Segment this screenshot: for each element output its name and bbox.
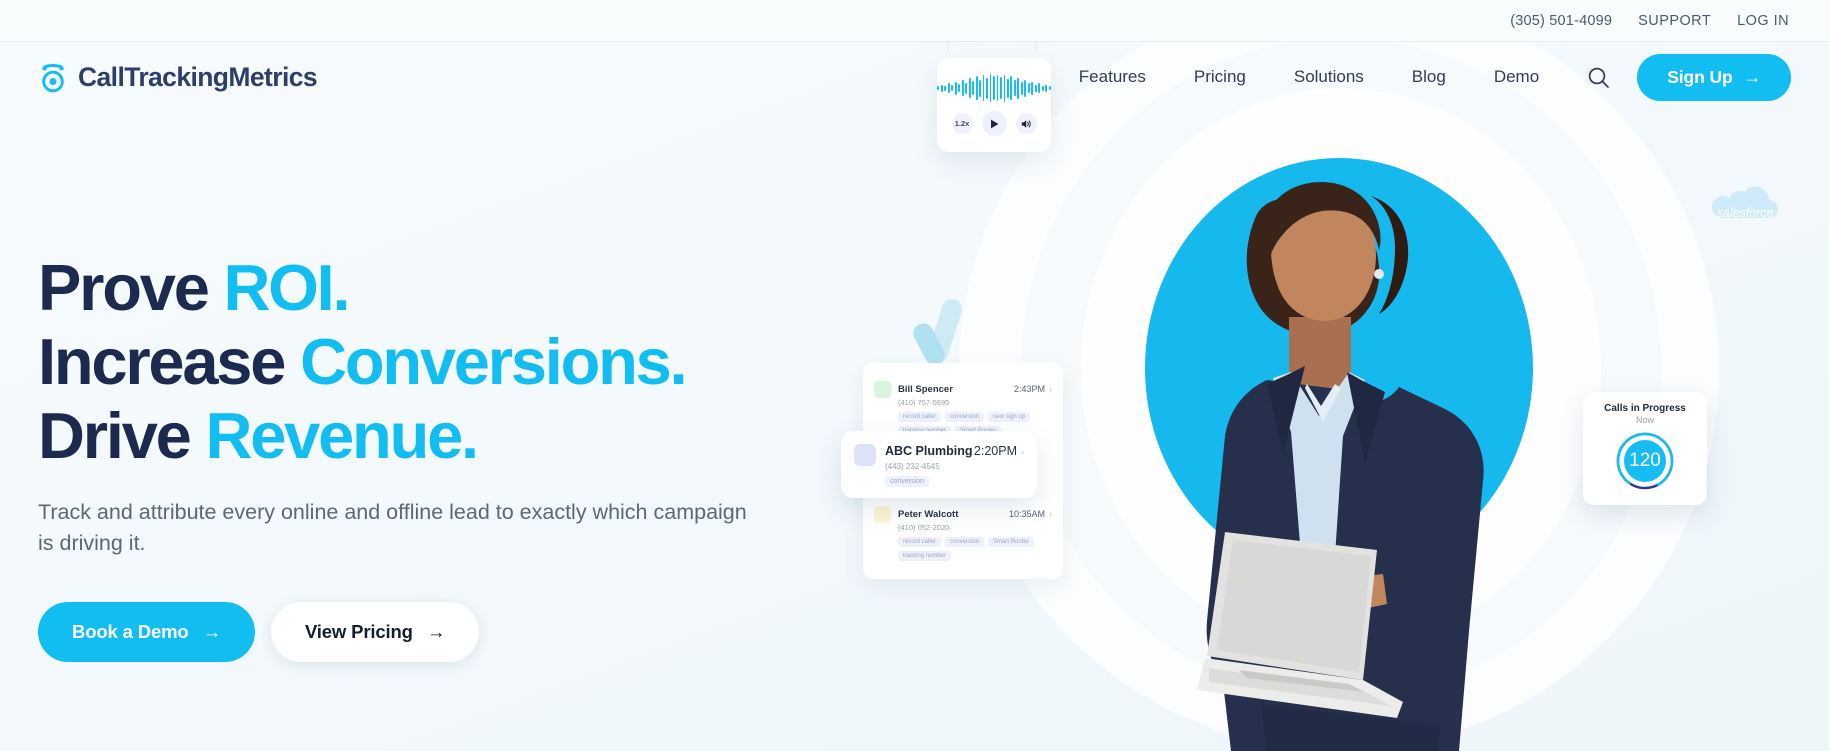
calls-in-progress-widget: Calls in Progress Now 120 (1583, 392, 1707, 505)
nav-item-features[interactable]: Features (1079, 67, 1146, 87)
brand-name: CallTrackingMetrics (78, 61, 318, 92)
nav-item-pricing[interactable]: Pricing (1194, 67, 1246, 87)
call-source-icon (874, 381, 891, 398)
book-a-demo-button[interactable]: Book a Demo → (38, 602, 255, 663)
caller-phone: (443) 232-4545 (885, 462, 940, 471)
utility-bar: (305) 501-4099 SUPPORT LOG IN (0, 0, 1829, 42)
salesforce-logo: salesforce (1699, 182, 1791, 242)
headline-accent-3: Revenue. (205, 399, 479, 472)
call-tag: conversion (945, 412, 985, 422)
call-tag: conversion (945, 537, 985, 547)
login-link[interactable]: LOG IN (1737, 13, 1789, 29)
hero-copy: Prove ROI. Increase Conversions. Drive R… (38, 255, 828, 663)
call-source-icon (874, 506, 891, 523)
call-tag: conversion (885, 476, 929, 487)
support-link[interactable]: SUPPORT (1638, 13, 1711, 29)
nav-item-demo[interactable]: Demo (1494, 67, 1539, 87)
arrow-right-icon: → (202, 621, 222, 643)
call-time: 2:20PM (973, 444, 1017, 458)
call-time: 2:43PM (1013, 384, 1045, 394)
headline-line-1: Prove ROI. (38, 255, 828, 320)
table-row[interactable]: Peter Walcott 10:35AM › (410) 052-2020 re… (874, 498, 1052, 567)
calls-in-progress-title: Calls in Progress (1604, 403, 1686, 414)
chevron-right-icon: › (1021, 447, 1024, 457)
nav-actions: Sign Up → (1585, 53, 1791, 101)
headline-accent-1: ROI. (223, 251, 351, 324)
headline-plain-1: Prove (38, 251, 224, 324)
headline-plain-3: Drive (38, 399, 206, 472)
calls-in-progress-gauge: 120 (1616, 432, 1674, 490)
sign-up-label: Sign Up (1667, 66, 1733, 87)
google-ads-icon (907, 292, 981, 370)
call-tag: tracking number (898, 551, 952, 561)
main-navigation: CallTrackingMetrics Features Pricing Sol… (0, 42, 1829, 112)
hero-page: (305) 501-4099 SUPPORT LOG IN CallTracki… (0, 0, 1829, 751)
play-icon[interactable] (981, 111, 1007, 136)
sign-up-button[interactable]: Sign Up → (1637, 53, 1791, 101)
call-tags: conversion (885, 476, 1024, 487)
view-pricing-button[interactable]: View Pricing → (270, 602, 480, 663)
call-time: 10:35AM (1008, 509, 1045, 519)
call-tag: record caller (898, 537, 942, 547)
salesforce-label: salesforce (1716, 204, 1774, 220)
calls-in-progress-value: 120 (1629, 450, 1661, 471)
playback-speed-button[interactable]: 1.2x (951, 113, 973, 134)
search-icon[interactable] (1585, 64, 1611, 90)
book-a-demo-label: Book a Demo (72, 621, 189, 643)
nav-links: Features Pricing Solutions Blog Demo (1079, 67, 1539, 87)
playback-speed-label: 1.2x (954, 119, 970, 128)
call-tag: new sign up (988, 412, 1031, 422)
call-source-icon (854, 444, 876, 466)
highlighted-call-card[interactable]: ABC Plumbing 2:20PM › (443) 232-4545 conv… (841, 431, 1037, 498)
caller-name: Peter Walcott (898, 509, 959, 520)
chevron-right-icon: › (1049, 384, 1052, 394)
nav-item-solutions[interactable]: Solutions (1294, 67, 1364, 87)
call-tags: record caller conversion Smart Router tr… (898, 537, 1052, 561)
caller-phone: (410) 052-2020 (898, 523, 950, 532)
volume-icon[interactable] (1015, 113, 1037, 134)
headline-accent-2: Conversions. (300, 325, 688, 398)
call-tag: record caller (898, 412, 942, 422)
view-pricing-label: View Pricing (304, 621, 413, 643)
hero-subtitle: Track and attribute every online and off… (38, 500, 747, 555)
chevron-right-icon: › (1049, 509, 1052, 519)
brand-logo[interactable]: CallTrackingMetrics (38, 61, 318, 93)
person-with-laptop-image (1139, 122, 1529, 751)
hero-illustration: salesforce payroll bookkeeping taxes 1.2… (819, 0, 1829, 751)
page-title: Prove ROI. Increase Conversions. Drive R… (38, 255, 828, 468)
audio-controls: 1.2x (951, 111, 1037, 136)
headline-line-2: Increase Conversions. (38, 329, 828, 394)
caller-phone: (410) 757-5695 (898, 398, 950, 407)
headline-line-3: Drive Revenue. (38, 403, 828, 468)
phone-target-icon (38, 61, 68, 93)
hero-cta-row: Book a Demo → View Pricing → (38, 602, 828, 663)
call-log-stack: Bill Spencer 2:43PM › (410) 757-5695 reco… (841, 363, 1063, 579)
calls-in-progress-subtitle: Now (1635, 415, 1654, 425)
caller-name: ABC Plumbing (885, 444, 973, 458)
caller-name: Bill Spencer (898, 384, 953, 395)
arrow-right-icon: → (1743, 66, 1762, 87)
phone-link[interactable]: (305) 501-4099 (1510, 13, 1612, 29)
nav-item-blog[interactable]: Blog (1412, 67, 1446, 87)
headline-plain-2: Increase (38, 325, 301, 398)
arrow-right-icon: → (426, 621, 446, 643)
call-tag: Smart Router (988, 537, 1034, 547)
